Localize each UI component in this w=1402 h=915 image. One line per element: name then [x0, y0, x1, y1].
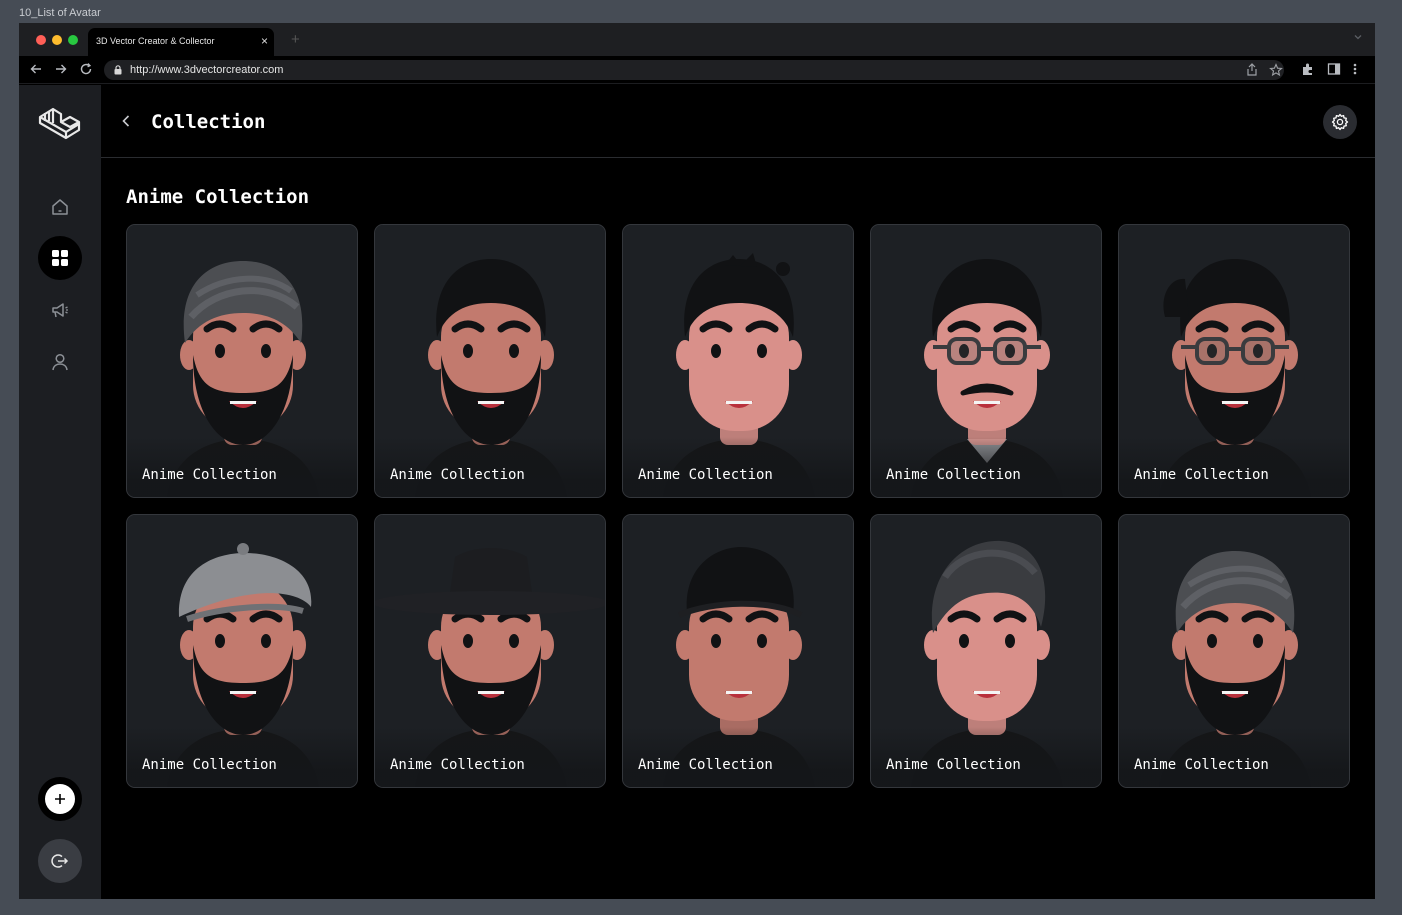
- avatar-image: [871, 515, 1101, 787]
- grid-icon: [52, 250, 68, 266]
- lock-icon: [114, 65, 122, 75]
- minimize-window-button[interactable]: [52, 35, 62, 45]
- tab-close-button[interactable]: ×: [261, 34, 268, 48]
- maximize-window-button[interactable]: [68, 35, 78, 45]
- share-icon[interactable]: [1246, 63, 1258, 77]
- avatar-image: [1119, 225, 1349, 497]
- avatar-card[interactable]: Anime Collection: [870, 224, 1102, 498]
- avatar-image: [623, 225, 853, 497]
- app: Collection Anime Collection Anime Collec…: [19, 85, 1375, 899]
- home-icon: [52, 199, 68, 215]
- avatar-image: [623, 515, 853, 787]
- avatar-card-label: Anime Collection: [390, 467, 525, 483]
- avatar-image: [1119, 515, 1349, 787]
- avatar-image: [375, 515, 605, 787]
- avatar-grid: Anime Collection Anime Collection Anime …: [126, 224, 1350, 788]
- url-text: http://www.3dvectorcreator.com: [130, 64, 284, 76]
- sidebar-item-home[interactable]: [38, 185, 82, 229]
- avatar-card[interactable]: Anime Collection: [374, 514, 606, 788]
- star-icon[interactable]: [1269, 63, 1283, 77]
- sidepanel-icon[interactable]: [1327, 62, 1341, 76]
- avatar-image: [375, 225, 605, 497]
- browser-tab[interactable]: 3D Vector Creator & Collector ×: [88, 28, 274, 56]
- avatar-card-label: Anime Collection: [390, 757, 525, 773]
- plus-icon: [55, 794, 65, 804]
- avatar-card[interactable]: Anime Collection: [126, 514, 358, 788]
- forward-arrow-icon[interactable]: [54, 62, 68, 76]
- avatar-image: [871, 225, 1101, 497]
- avatar-card-label: Anime Collection: [886, 467, 1021, 483]
- user-icon: [52, 353, 68, 371]
- avatar-image: [127, 225, 357, 497]
- sidebar-item-collection[interactable]: [38, 236, 82, 280]
- frame-label: 10_List of Avatar: [19, 7, 101, 19]
- avatar-card-label: Anime Collection: [1134, 757, 1269, 773]
- avatar-card[interactable]: Anime Collection: [1118, 224, 1350, 498]
- avatar-card-label: Anime Collection: [886, 757, 1021, 773]
- add-button[interactable]: [38, 777, 82, 821]
- tab-title: 3D Vector Creator & Collector: [96, 36, 215, 46]
- megaphone-icon: [52, 303, 68, 318]
- app-logo-icon[interactable]: [37, 101, 83, 147]
- avatar-card[interactable]: Anime Collection: [622, 224, 854, 498]
- url-bar[interactable]: http://www.3dvectorcreator.com: [104, 60, 1284, 80]
- browser-window: 3D Vector Creator & Collector × + http:/…: [19, 23, 1375, 899]
- back-arrow-icon[interactable]: [29, 62, 43, 76]
- page-header: Collection: [101, 85, 1375, 158]
- tab-bar: 3D Vector Creator & Collector × +: [19, 23, 1375, 56]
- avatar-image: [127, 515, 357, 787]
- chevron-down-icon[interactable]: [1353, 32, 1363, 42]
- sidebar: [19, 85, 101, 899]
- avatar-card-label: Anime Collection: [638, 467, 773, 483]
- avatar-card[interactable]: Anime Collection: [622, 514, 854, 788]
- avatar-card[interactable]: Anime Collection: [126, 224, 358, 498]
- address-bar: http://www.3dvectorcreator.com: [19, 56, 1375, 84]
- avatar-card-label: Anime Collection: [1134, 467, 1269, 483]
- section-title: Anime Collection: [126, 186, 310, 208]
- page-title: Collection: [151, 111, 266, 133]
- more-menu-icon[interactable]: [1352, 62, 1358, 76]
- extensions-icon[interactable]: [1301, 62, 1315, 76]
- logout-icon: [51, 854, 69, 868]
- avatar-card-label: Anime Collection: [142, 757, 277, 773]
- sidebar-item-announcements[interactable]: [38, 288, 82, 332]
- reload-icon[interactable]: [79, 62, 93, 76]
- avatar-card[interactable]: Anime Collection: [870, 514, 1102, 788]
- sidebar-item-profile[interactable]: [38, 340, 82, 384]
- back-chevron-icon[interactable]: [121, 114, 131, 128]
- close-window-button[interactable]: [36, 35, 46, 45]
- logout-button[interactable]: [38, 839, 82, 883]
- avatar-card-label: Anime Collection: [142, 467, 277, 483]
- avatar-card[interactable]: Anime Collection: [374, 224, 606, 498]
- gear-icon: [1331, 113, 1349, 131]
- new-tab-button[interactable]: +: [291, 31, 300, 48]
- avatar-card-label: Anime Collection: [638, 757, 773, 773]
- settings-button[interactable]: [1323, 105, 1357, 139]
- avatar-card[interactable]: Anime Collection: [1118, 514, 1350, 788]
